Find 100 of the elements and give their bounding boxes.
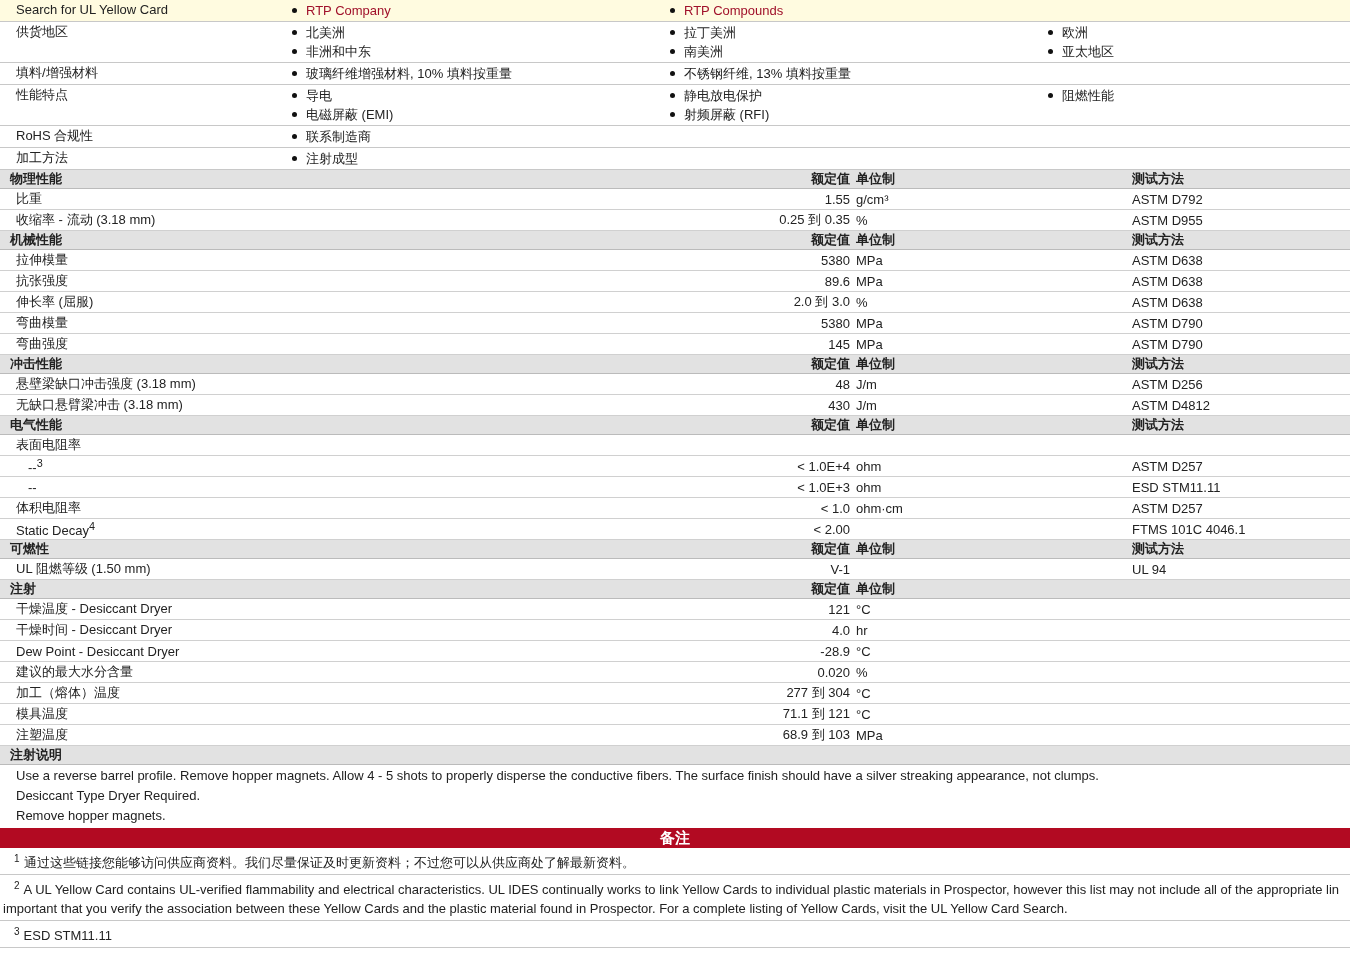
property-name: UL 阻燃等级 (1.50 mm) bbox=[15, 560, 152, 578]
bullet-icon bbox=[670, 49, 675, 54]
property-name: 表面电阻率 bbox=[15, 436, 82, 454]
list-item-text: 拉丁美洲 bbox=[684, 24, 736, 42]
list-item-text: 亚太地区 bbox=[1062, 43, 1114, 61]
bullet-icon bbox=[670, 30, 675, 35]
property-name: 干燥温度 - Desiccant Dryer bbox=[15, 600, 174, 618]
bullet-icon bbox=[1048, 93, 1053, 98]
property-name: 收缩率 - 流动 (3.18 mm) bbox=[15, 211, 157, 229]
property-name: Dew Point - Desiccant Dryer bbox=[15, 643, 181, 659]
list-item-text: 导电 bbox=[306, 87, 332, 105]
column-header: 单位制 bbox=[855, 580, 896, 598]
table-cell-text: 89.6 bbox=[823, 273, 850, 289]
bullet-icon bbox=[292, 71, 297, 76]
table-cell-text: < 1.0 bbox=[819, 500, 850, 516]
table-cell-text: < 1.0E+4 bbox=[796, 458, 850, 474]
property-name: 抗张强度 bbox=[15, 272, 69, 290]
bullet-icon bbox=[292, 49, 297, 54]
table-cell-text: J/m bbox=[855, 397, 878, 413]
card-search-label: Search for UL Yellow Card bbox=[15, 1, 169, 19]
table-cell-text: MPa bbox=[855, 336, 884, 352]
column-header: 额定值 bbox=[810, 540, 850, 558]
table-cell-text: ohm·cm bbox=[855, 500, 904, 516]
footnote-text: 通过这些链接您能够访问供应商资料。我们尽量保证及时更新资料；不过您可以从供应商处了解最新资料。 bbox=[23, 855, 635, 871]
column-header: 额定值 bbox=[810, 580, 850, 598]
table-cell-text: 277 到 304 bbox=[785, 684, 850, 702]
table-cell-text: ASTM D257 bbox=[1132, 500, 1204, 516]
section-title: 电气性能 bbox=[9, 416, 63, 434]
note-text: Remove hopper magnets. bbox=[16, 807, 167, 825]
property-name: 加工（熔体）温度 bbox=[15, 684, 121, 702]
bullet-icon bbox=[292, 93, 297, 98]
column-header: 测试方法 bbox=[1132, 231, 1185, 249]
table-cell-text: °C bbox=[855, 706, 872, 722]
table-cell-text: ASTM D790 bbox=[1132, 336, 1204, 352]
property-name: 建议的最大水分含量 bbox=[15, 663, 134, 681]
bullet-icon bbox=[670, 112, 675, 117]
property-name: 注塑温度 bbox=[15, 726, 69, 744]
property-label: 供货地区 bbox=[15, 23, 69, 41]
table-cell-text: ASTM D955 bbox=[1132, 212, 1204, 228]
footnote-mark: 2 bbox=[14, 880, 20, 892]
table-cell-text: °C bbox=[855, 601, 872, 617]
table-cell-text: 0.020 bbox=[816, 664, 850, 680]
list-item-text: 阻燃性能 bbox=[1062, 87, 1114, 105]
supplier-link[interactable]: RTP Company bbox=[306, 1, 391, 20]
supplier-link[interactable]: RTP Compounds bbox=[684, 1, 784, 20]
section-title: 冲击性能 bbox=[9, 355, 63, 373]
table-cell-text: hr bbox=[855, 622, 869, 638]
note-text: Use a reverse barrel profile. Remove hopper magnets. Allow 4 - 5 shots to properly disperse the conductive fibers. The surface finish should have a silver streaking appearance, not clumps. bbox=[16, 767, 1100, 785]
bullet-icon bbox=[292, 156, 297, 161]
list-item-text: 欧洲 bbox=[1062, 24, 1088, 42]
property-label: RoHS 合规性 bbox=[15, 127, 95, 145]
column-header: 单位制 bbox=[855, 355, 896, 373]
list-item-text: 电磁屏蔽 (EMI) bbox=[306, 106, 394, 124]
table-cell-text: UL 94 bbox=[1132, 561, 1168, 577]
column-header: 测试方法 bbox=[1132, 540, 1185, 558]
table-cell-text: 71.1 到 121 bbox=[781, 705, 850, 723]
table-cell-text: MPa bbox=[855, 727, 884, 743]
bullet-icon bbox=[292, 8, 297, 13]
table-cell-text: ASTM D638 bbox=[1132, 252, 1204, 268]
column-header: 单位制 bbox=[855, 231, 896, 249]
property-name: 干燥时间 - Desiccant Dryer bbox=[15, 621, 174, 639]
section-title: 物理性能 bbox=[9, 170, 63, 188]
section-title: 注射说明 bbox=[9, 746, 63, 764]
table-cell-text: 121 bbox=[827, 601, 850, 617]
table-cell-text: 2.0 到 3.0 bbox=[792, 293, 850, 311]
table-cell-text: °C bbox=[855, 685, 872, 701]
table-cell-text: < 2.00 bbox=[812, 521, 850, 537]
bullet-icon bbox=[670, 71, 675, 76]
section-title: 可燃性 bbox=[9, 540, 50, 558]
table-cell-text: MPa bbox=[855, 315, 884, 331]
table-cell-text: ASTM D638 bbox=[1132, 294, 1204, 310]
table-cell-text: ASTM D256 bbox=[1132, 376, 1204, 392]
list-item-text: 联系制造商 bbox=[306, 128, 371, 146]
column-header: 测试方法 bbox=[1132, 355, 1185, 373]
property-name: 模具温度 bbox=[15, 705, 69, 723]
footnote-text: ESD STM11.11 bbox=[23, 928, 112, 943]
table-cell-text: % bbox=[855, 294, 869, 310]
column-header: 额定值 bbox=[810, 416, 850, 434]
table-cell-text: -28.9 bbox=[819, 643, 850, 659]
footnote-text: important that you verify the association between these Yellow Cards and the plastic material found in Prospector. For a complete listing of Yellow Cards, visit the UL Yellow Card Search. bbox=[3, 900, 1068, 916]
table-cell-text: MPa bbox=[855, 252, 884, 268]
footnote-text: A UL Yellow Card contains UL-verified flammability and electrical characteristics. UL IDES continually works to link Yellow Cards to individual plastic materials in Prospector, however this list may not include all of the appropriate lin bbox=[23, 882, 1340, 898]
note-text: Desiccant Type Dryer Required. bbox=[16, 787, 201, 805]
bullet-icon bbox=[292, 112, 297, 117]
table-cell-text: 145 bbox=[827, 336, 850, 352]
property-label: 加工方法 bbox=[15, 149, 69, 167]
table-cell-text: FTMS 101C 4046.1 bbox=[1132, 521, 1247, 537]
table-cell-text: °C bbox=[855, 643, 872, 659]
property-label: 性能特点 bbox=[15, 86, 69, 104]
table-cell-text: V-1 bbox=[829, 561, 850, 577]
bullet-icon bbox=[1048, 30, 1053, 35]
bullet-icon bbox=[1048, 49, 1053, 54]
property-name: 弯曲模量 bbox=[15, 314, 69, 332]
bullet-icon bbox=[670, 93, 675, 98]
section-title: 机械性能 bbox=[8, 231, 63, 249]
bullet-icon bbox=[292, 30, 297, 35]
list-item-text: 射频屏蔽 (RFI) bbox=[684, 106, 770, 124]
list-item-text: 南美洲 bbox=[684, 43, 723, 61]
table-cell-text: ASTM D4812 bbox=[1132, 397, 1212, 413]
list-item-text: 非洲和中东 bbox=[306, 43, 371, 61]
